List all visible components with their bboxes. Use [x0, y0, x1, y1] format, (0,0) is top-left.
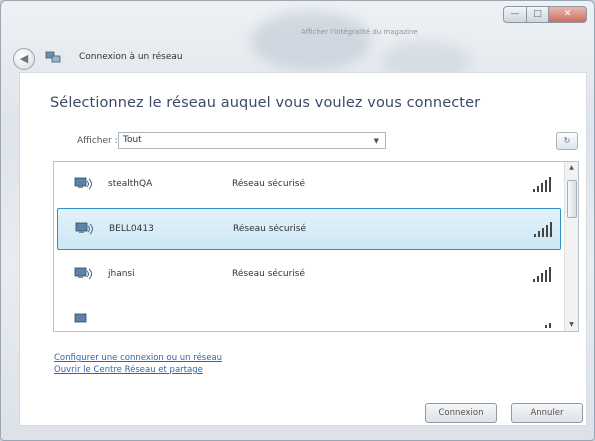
- refresh-button[interactable]: ↻: [556, 132, 578, 150]
- connect-button[interactable]: Connexion: [425, 403, 497, 423]
- filter-select[interactable]: Tout ▼: [118, 132, 386, 149]
- signal-strength-icon: [534, 222, 552, 237]
- network-status: Réseau sécurisé: [232, 179, 305, 189]
- close-button[interactable]: ✕: [549, 6, 587, 23]
- network-status: Réseau sécurisé: [232, 269, 305, 279]
- open-network-center-link[interactable]: Ouvrir le Centre Réseau et partage: [54, 365, 203, 375]
- filter-selected-value: Tout: [123, 135, 142, 145]
- network-name: stealthQA: [108, 179, 153, 189]
- signal-strength-icon: [545, 323, 551, 328]
- network-item[interactable]: [57, 300, 561, 331]
- maximize-button[interactable]: □: [527, 6, 549, 23]
- minimize-button[interactable]: —: [503, 6, 527, 23]
- content-panel: Sélectionnez le réseau auquel vous voule…: [19, 72, 587, 426]
- chevron-down-icon: ▼: [373, 137, 379, 145]
- network-name: BELL0413: [109, 224, 154, 234]
- network-item[interactable]: jhansi Réseau sécurisé: [57, 254, 561, 296]
- scroll-down-icon[interactable]: ▼: [565, 319, 578, 331]
- wireless-network-icon: [74, 267, 92, 280]
- caption-buttons: — □ ✕: [503, 6, 587, 23]
- cancel-button[interactable]: Annuler: [511, 403, 583, 423]
- window-frame: Afficher l'intégralité du magazine — □ ✕…: [0, 0, 595, 441]
- scroll-up-icon[interactable]: ▲: [565, 162, 578, 174]
- page-heading: Sélectionnez le réseau auquel vous voule…: [50, 95, 481, 111]
- scrollbar-thumb[interactable]: [567, 180, 577, 218]
- network-item[interactable]: stealthQA Réseau sécurisé: [57, 164, 561, 206]
- refresh-icon: ↻: [563, 136, 571, 145]
- glass-reflection: [251, 11, 371, 71]
- wireless-network-icon: [74, 177, 92, 190]
- wireless-network-icon: [75, 222, 93, 235]
- scrollbar[interactable]: ▲ ▼: [564, 162, 578, 331]
- network-status: Réseau sécurisé: [233, 224, 306, 234]
- filter-label: Afficher :: [77, 136, 118, 146]
- network-list[interactable]: stealthQA Réseau sécurisé BELL0413 Résea…: [53, 161, 579, 332]
- network-item-selected[interactable]: BELL0413 Réseau sécurisé: [57, 208, 561, 250]
- wireless-network-icon: [74, 313, 87, 323]
- signal-strength-icon: [533, 267, 551, 282]
- back-button[interactable]: ◀: [13, 48, 35, 70]
- signal-strength-icon: [533, 177, 551, 192]
- window-title: Connexion à un réseau: [79, 52, 183, 62]
- network-name: jhansi: [108, 269, 135, 279]
- configure-connection-link[interactable]: Configurer une connexion ou un réseau: [54, 353, 222, 363]
- background-hint-text: Afficher l'intégralité du magazine: [301, 28, 418, 36]
- network-icon: [45, 51, 61, 63]
- back-arrow-icon: ◀: [19, 52, 29, 65]
